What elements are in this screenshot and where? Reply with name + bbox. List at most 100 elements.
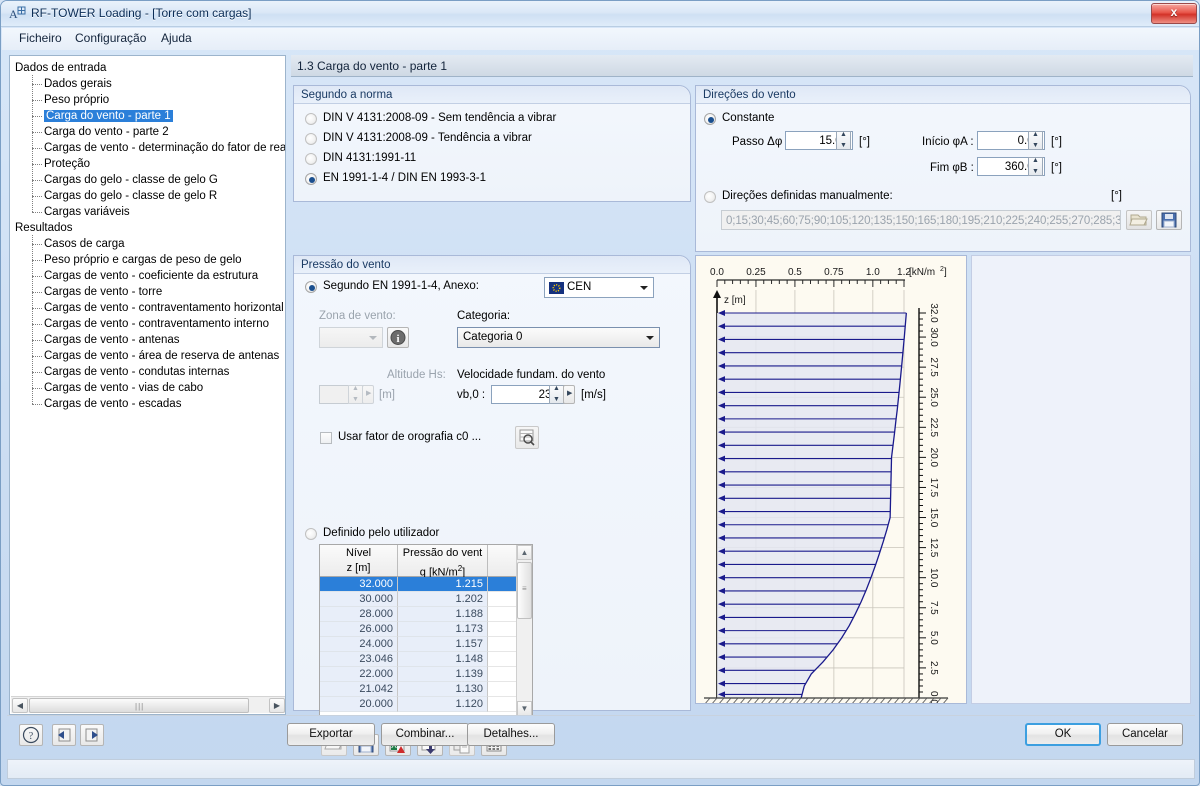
radio-din-4131-1991[interactable] [305,153,317,165]
wind-zone-info-button[interactable]: i [387,327,409,348]
table-cell-blank[interactable] [488,622,518,637]
table-row[interactable]: 30.000 1.202 [320,592,532,607]
table-row[interactable]: 23.046 1.148 [320,652,532,667]
cancel-button[interactable]: Cancelar [1107,723,1183,746]
step-delta-phi-spinner[interactable]: ▲ ▼ [836,131,851,150]
table-cell-blank[interactable] [488,592,518,607]
previous-page-button[interactable] [52,724,76,746]
tree-item[interactable]: Proteção [30,155,90,172]
radio-constant-directions[interactable] [704,113,716,125]
tree-item[interactable]: Peso próprio [30,91,109,108]
table-cell-pressure[interactable]: 1.173 [398,622,488,637]
radio-manual-directions[interactable] [704,191,716,203]
tree-item[interactable]: Peso próprio e cargas de peso de gelo [30,251,242,268]
vb0-spinner[interactable]: ▲ ▼ [549,385,564,404]
menu-item-ajuda[interactable]: Ajuda [154,31,199,47]
radio-en-1991-1-4[interactable] [305,173,317,185]
table-cell-pressure[interactable]: 1.148 [398,652,488,667]
details-button[interactable]: Detalhes... [467,723,555,746]
vb0-picker-button[interactable]: ▶ [563,385,575,404]
table-cell-blank[interactable] [488,652,518,667]
table-cell-pressure[interactable]: 1.188 [398,607,488,622]
scroll-left-arrow[interactable]: ◀ [12,698,28,713]
table-cell-blank[interactable] [488,667,518,682]
combine-button[interactable]: Combinar... [381,723,469,746]
tree-item[interactable]: Resultados [15,220,73,236]
end-phi-b-spinner[interactable]: ▲ ▼ [1028,157,1043,176]
tree-item[interactable]: Cargas de vento - área de reserva de ant… [30,347,279,364]
close-button[interactable]: x [1151,3,1197,24]
table-row[interactable]: 26.000 1.173 [320,622,532,637]
radio-din-v-4131-2008-vibration[interactable] [305,133,317,145]
orography-checkbox[interactable] [320,432,332,444]
table-scroll-down-arrow[interactable]: ▼ [517,701,532,715]
tree-item[interactable]: Cargas de vento - vias de cabo [30,379,203,396]
menu-item-ficheiro[interactable]: Ficheiro [12,31,69,47]
table-cell-blank[interactable] [488,607,518,622]
export-button[interactable]: Exportar [287,723,375,746]
table-cell-pressure[interactable]: 1.120 [398,697,488,712]
table-cell-level[interactable]: 22.000 [320,667,398,682]
next-page-button[interactable] [80,724,104,746]
radio-din-v-4131-2008-no-vibration[interactable] [305,113,317,125]
table-cell-blank[interactable] [488,637,518,652]
tree-item[interactable]: Cargas de vento - escadas [30,395,181,412]
tree-item[interactable]: Cargas variáveis [30,203,130,220]
start-phi-a-spinner[interactable]: ▲ ▼ [1028,131,1043,150]
table-cell-pressure[interactable]: 1.130 [398,682,488,697]
scroll-right-arrow[interactable]: ▶ [269,698,285,713]
table-row[interactable]: 21.042 1.130 [320,682,532,697]
table-cell-level[interactable]: 28.000 [320,607,398,622]
table-row[interactable]: 20.000 1.120 [320,697,532,712]
table-row[interactable]: 22.000 1.139 [320,667,532,682]
table-row[interactable]: 28.000 1.188 [320,607,532,622]
table-cell-pressure[interactable]: 1.139 [398,667,488,682]
tree-item[interactable]: Cargas de vento - condutas internas [30,363,229,380]
table-vertical-scrollbar[interactable]: ▲ ≡ ▼ [516,545,532,715]
tree-item[interactable]: Carga do vento - parte 2 [30,123,169,140]
tree-item[interactable]: Cargas de vento - torre [30,283,162,300]
radio-user-defined[interactable] [305,528,317,540]
tree-item[interactable]: Cargas de vento - contraventamento inter… [30,315,269,332]
table-scroll-thumb[interactable]: ≡ [517,562,532,619]
help-button[interactable]: ? [19,724,43,746]
tree-item[interactable]: Cargas de vento - antenas [30,331,180,348]
tree-item[interactable]: Cargas do gelo - classe de gelo R [30,187,217,204]
tree-item[interactable]: Dados de entrada [15,60,106,76]
table-cell-level[interactable]: 23.046 [320,652,398,667]
tree-item[interactable]: Cargas de vento - coeficiente da estrutu… [30,267,258,284]
table-cell-blank[interactable] [488,682,518,697]
table-cell-level[interactable]: 30.000 [320,592,398,607]
tree-horizontal-scrollbar[interactable]: ◀ ||| ▶ [11,696,285,713]
altitude-picker-button[interactable]: ▶ [362,385,374,404]
radio-according-to-en[interactable] [305,281,317,293]
ok-button[interactable]: OK [1025,723,1101,746]
tree-item[interactable]: Cargas de vento - contraventamento horiz… [30,299,284,316]
table-cell-level[interactable]: 20.000 [320,697,398,712]
table-cell-pressure[interactable]: 1.157 [398,637,488,652]
table-cell-pressure[interactable]: 1.202 [398,592,488,607]
table-cell-level[interactable]: 21.042 [320,682,398,697]
table-cell-blank[interactable] [488,577,518,592]
table-cell-blank[interactable] [488,697,518,712]
category-combo[interactable]: Categoria 0 [457,327,660,348]
annex-combo[interactable]: CEN [544,277,654,298]
tree-item[interactable]: Cargas de vento - determinação do fator … [30,139,285,156]
table-row[interactable]: 24.000 1.157 [320,637,532,652]
table-cell-level[interactable]: 32.000 [320,577,398,592]
wind-zone-combo[interactable] [319,327,383,348]
tree-item[interactable]: Carga do vento - parte 1 [30,107,173,124]
table-scroll-up-arrow[interactable]: ▲ [517,545,532,560]
tree-item[interactable]: Casos de carga [30,235,125,252]
altitude-spinner[interactable]: ▲ ▼ [348,385,363,404]
menu-item-configuracao[interactable]: Configuração [68,31,153,47]
table-cell-pressure[interactable]: 1.215 [398,577,488,592]
manual-directions-input[interactable]: 0;15;30;45;60;75;90;105;120;135;150;165;… [721,210,1121,230]
table-cell-level[interactable]: 24.000 [320,637,398,652]
tree-item[interactable]: Dados gerais [30,75,112,92]
scroll-thumb[interactable]: ||| [29,698,249,713]
save-directions-button[interactable] [1156,210,1182,230]
table-cell-level[interactable]: 26.000 [320,622,398,637]
open-directions-button[interactable] [1126,210,1152,230]
orography-detail-button[interactable] [515,426,539,449]
